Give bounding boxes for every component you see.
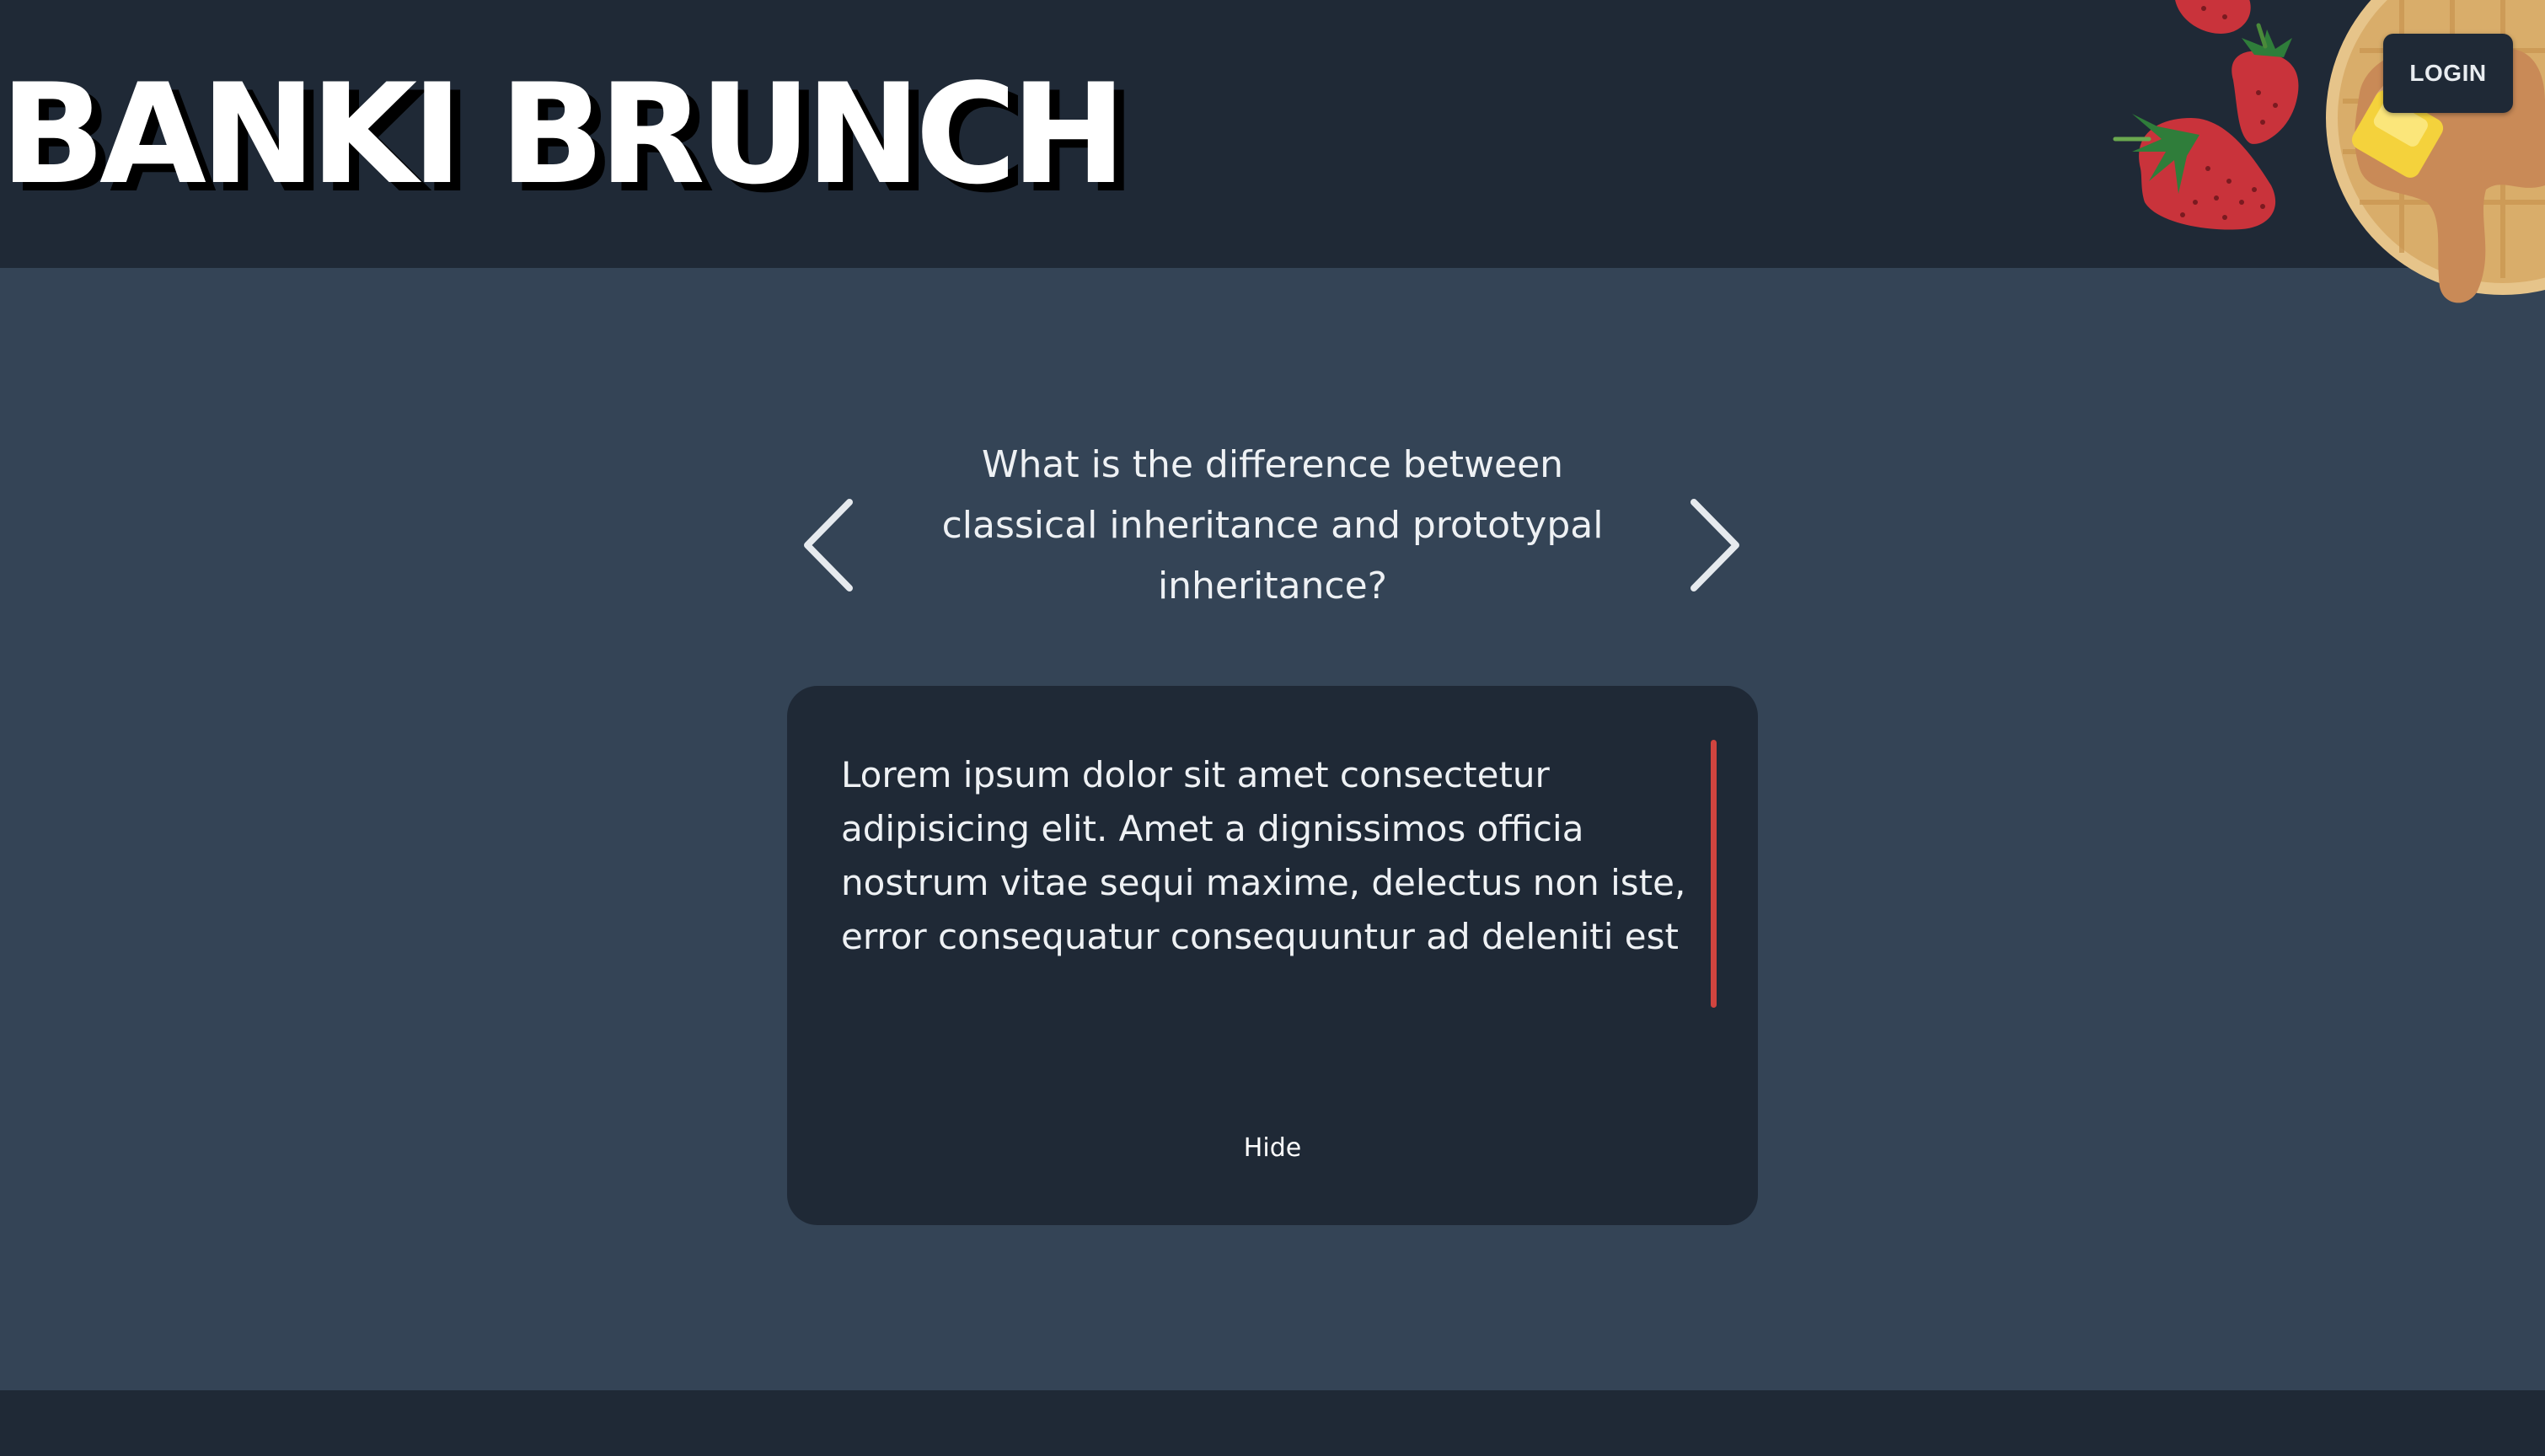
chevron-left-icon[interactable] (790, 490, 866, 600)
scrollbar-thumb[interactable] (1711, 740, 1717, 1008)
brand-title[interactable]: BANKI BRUNCH (0, 66, 1127, 204)
login-button[interactable]: LOGIN (2383, 34, 2513, 113)
answer-scrollbar[interactable] (1711, 740, 1717, 1008)
question-text: What is the difference between classical… (941, 443, 1604, 608)
hide-answer-button[interactable]: Hide (1230, 1129, 1315, 1166)
answer-card: Lorem ipsum dolor sit amet consectetur a… (787, 686, 1758, 1225)
chevron-right-icon[interactable] (1677, 490, 1753, 600)
answer-text: Lorem ipsum dolor sit amet consectetur a… (841, 754, 1686, 974)
site-footer (0, 1390, 2545, 1456)
